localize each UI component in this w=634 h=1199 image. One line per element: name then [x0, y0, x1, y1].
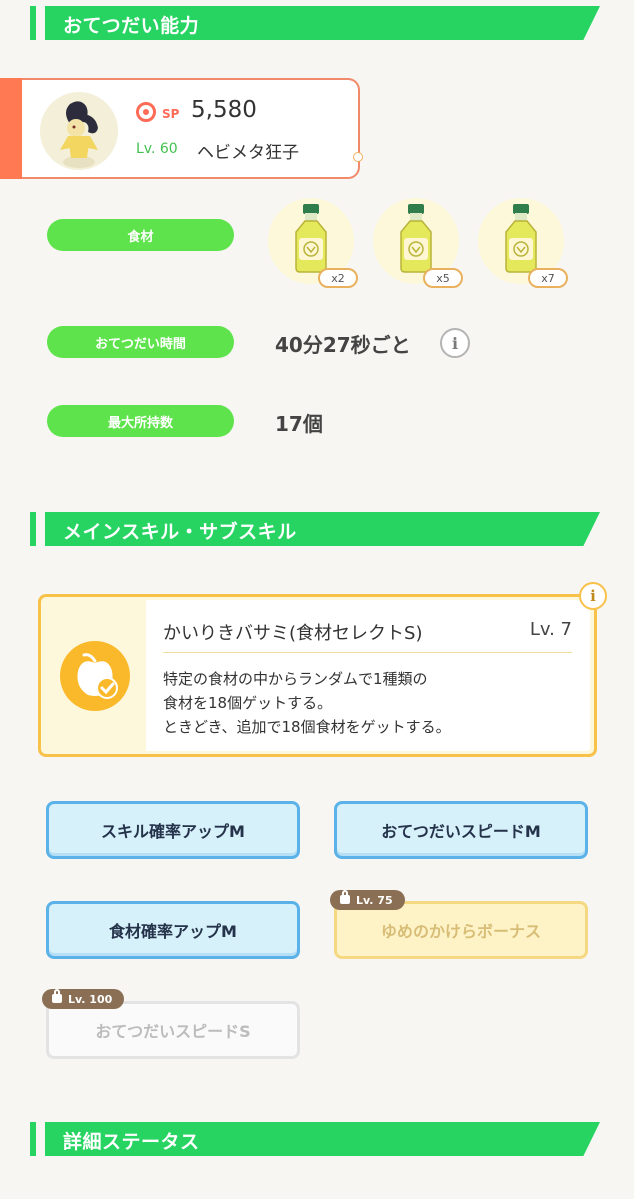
- max-carry-label: 最大所持数: [107, 415, 173, 431]
- subskill-button-5-locked[interactable]: おてつだいスピードS: [46, 1001, 300, 1059]
- help-time-value: 40分27秒ごと: [275, 333, 411, 357]
- section-banner-detail-status: 詳細ステータス: [30, 1122, 600, 1156]
- subskill-button-2[interactable]: おてつだいスピードM: [334, 801, 588, 859]
- pokemon-card[interactable]: SP 5,580 Lv. 60 ヘビメタ狂子: [0, 78, 363, 179]
- oil-bottle-icon: [505, 204, 537, 273]
- subskill-button-3[interactable]: 食材確率アップM: [46, 901, 300, 959]
- oil-bottle-icon: [400, 204, 432, 273]
- ingredient-qty: x5: [423, 268, 463, 288]
- card-corner-dot: [353, 152, 363, 162]
- sp-label: SP: [162, 107, 180, 121]
- section-banner-main-sub-skill: メインスキル・サブスキル: [30, 512, 600, 546]
- pokemon-nickname: ヘビメタ狂子: [197, 143, 299, 163]
- banner-tick: [30, 512, 36, 546]
- max-carry-label-pill: 最大所持数: [47, 405, 234, 437]
- desc-line: ときどき、追加で18個食材をゲットする。: [163, 718, 451, 736]
- section-banner-help-ability: おてつだい能力: [30, 6, 600, 40]
- banner-tick: [30, 1122, 36, 1156]
- subskill-label: おてつだいスピードM: [381, 822, 541, 841]
- lock-level-tag: Lv. 75: [330, 890, 405, 910]
- lock-icon: [52, 989, 62, 1003]
- subskill-button-1[interactable]: スキル確率アップM: [46, 801, 300, 859]
- ingredients-label-pill: 食材: [47, 219, 234, 251]
- ingredients-label: 食材: [127, 229, 154, 245]
- main-skill-level: Lv. 7: [529, 619, 572, 640]
- desc-line: 特定の食材の中からランダムで1種類の: [163, 670, 428, 688]
- help-time-label-pill: おてつだい時間: [47, 326, 234, 358]
- subskill-label: ゆめのかけらボーナス: [380, 922, 541, 941]
- subskill-label: スキル確率アップM: [101, 822, 245, 841]
- lock-level: Lv. 100: [68, 992, 113, 1006]
- section-title: おてつだい能力: [63, 15, 200, 37]
- oil-bottle-icon: [295, 204, 327, 273]
- help-time-label: おてつだい時間: [95, 336, 186, 352]
- max-carry-value: 17個: [275, 412, 323, 436]
- desc-line: 食材を18個ゲットする。: [163, 694, 333, 712]
- card-accent-stripe: [0, 78, 22, 179]
- ingredient-qty: x7: [528, 268, 568, 288]
- main-skill-name: かいりきバサミ(食材セレクトS): [163, 623, 423, 644]
- lock-level: Lv. 75: [356, 893, 393, 907]
- main-skill-card[interactable]: かいりきバサミ(食材セレクトS) Lv. 7 特定の食材の中からランダムで1種類…: [38, 594, 597, 757]
- ingredient-slot-2[interactable]: x5: [373, 198, 463, 288]
- info-icon[interactable]: i: [440, 328, 470, 358]
- ingredient-slot-3[interactable]: x7: [478, 198, 568, 288]
- ingredient-slot-1[interactable]: x2: [268, 198, 358, 288]
- sp-value: 5,580: [191, 97, 257, 123]
- sp-ball-icon: [136, 102, 156, 122]
- banner-tick: [30, 6, 36, 40]
- section-title: メインスキル・サブスキル: [63, 521, 297, 543]
- pokemon-level: Lv. 60: [136, 141, 178, 157]
- mawile-icon: [40, 92, 118, 170]
- lock-level-tag: Lv. 100: [42, 989, 125, 1009]
- apple-check-icon: [60, 641, 130, 711]
- section-title: 詳細ステータス: [63, 1131, 200, 1153]
- skill-divider: [163, 652, 572, 653]
- subskill-label: おてつだいスピードS: [95, 1022, 251, 1041]
- ingredient-qty: x2: [318, 268, 358, 288]
- lock-icon: [340, 890, 350, 904]
- main-skill-description: 特定の食材の中からランダムで1種類の 食材を18個ゲットする。 ときどき、追加で…: [163, 667, 451, 739]
- subskill-label: 食材確率アップM: [109, 922, 237, 941]
- skill-info-icon[interactable]: i: [579, 582, 607, 610]
